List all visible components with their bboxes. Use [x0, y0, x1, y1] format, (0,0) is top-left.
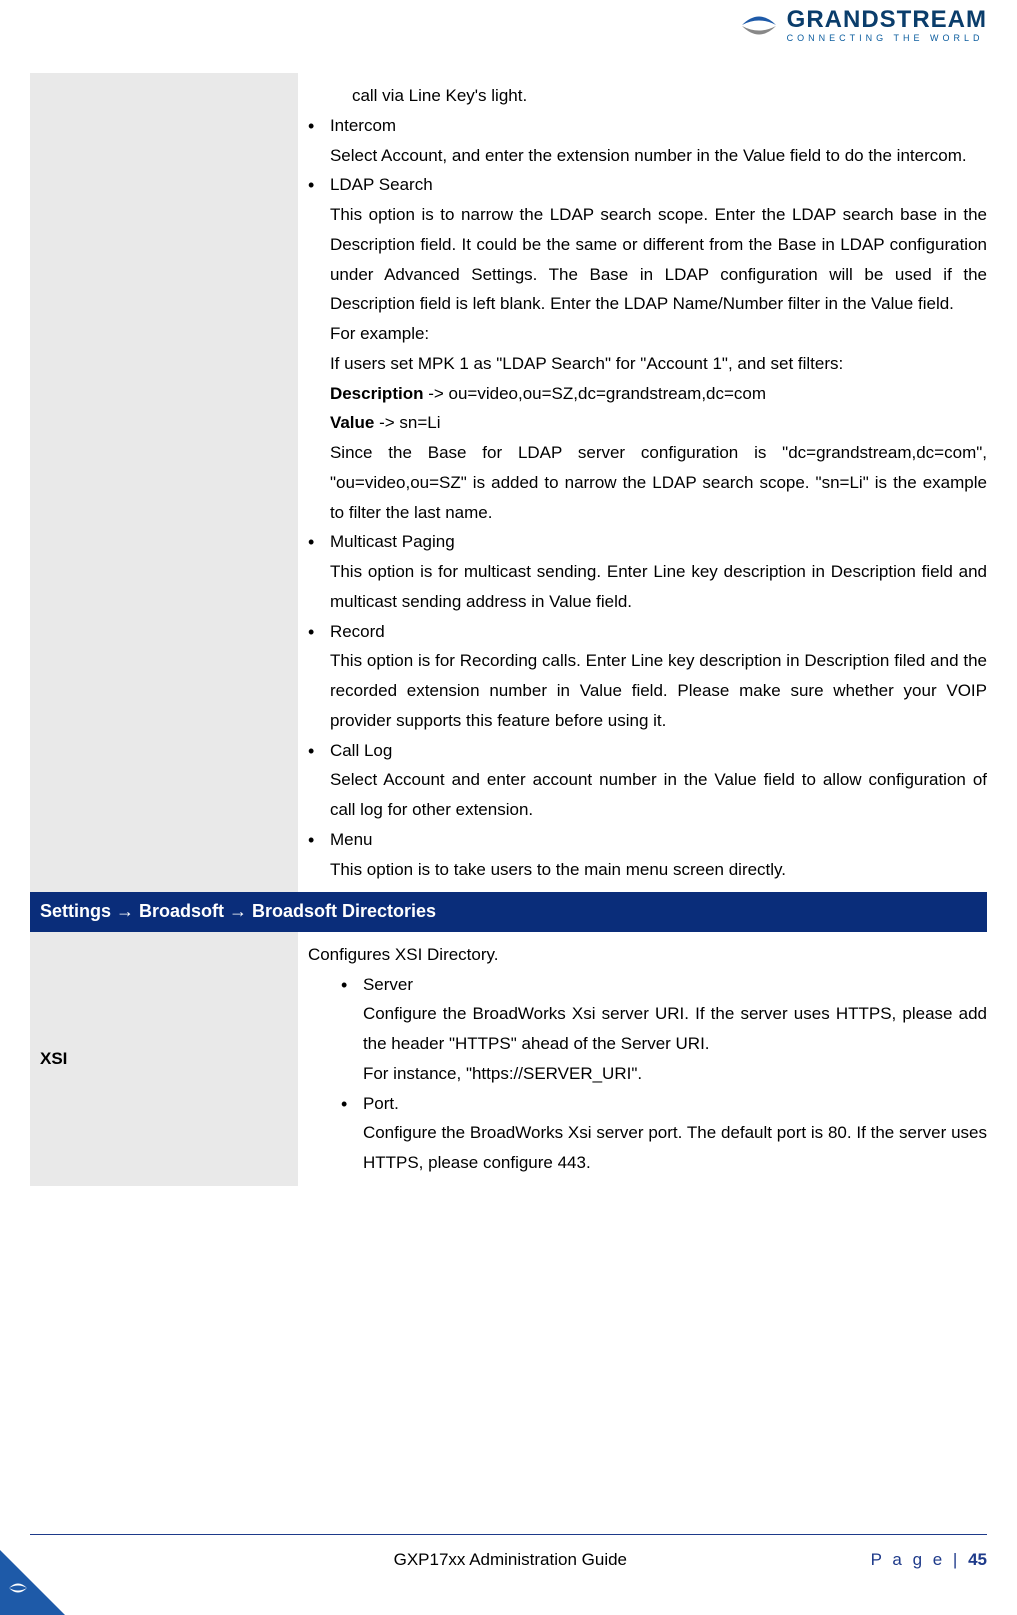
item-title: Multicast Paging [330, 527, 987, 557]
setting-value-cell: call via Line Key's light. Intercom Sele… [298, 73, 987, 892]
section-header-row: Settings → Broadsoft → Broadsoft Directo… [30, 892, 987, 932]
item-extra: Value -> sn=Li [330, 408, 987, 438]
table-row: call via Line Key's light. Intercom Sele… [30, 73, 987, 892]
setting-label-cell [30, 73, 298, 892]
item-desc: This option is for Recording calls. Ente… [330, 646, 987, 735]
footer-title: GXP17xx Administration Guide [150, 1545, 871, 1575]
item-extra: For example: [330, 319, 987, 349]
brand-name: GRANDSTREAM [787, 8, 987, 32]
option-list: Server Configure the BroadWorks Xsi serv… [308, 970, 987, 1178]
intro-text: Configures XSI Directory. [308, 940, 987, 970]
list-item: Call Log Select Account and enter accoun… [330, 736, 987, 825]
list-item: LDAP Search This option is to narrow the… [330, 170, 987, 527]
item-desc: This option is to take users to the main… [330, 855, 987, 885]
list-item: Multicast Paging This option is for mult… [330, 527, 987, 616]
settings-table: call via Line Key's light. Intercom Sele… [30, 73, 987, 1186]
item-desc: Select Account and enter account number … [330, 765, 987, 825]
page-footer: GXP17xx Administration Guide P a g e | 4… [30, 1534, 987, 1575]
brand-tagline: CONNECTING THE WORLD [787, 34, 987, 43]
item-desc: This option is to narrow the LDAP search… [330, 200, 987, 319]
item-desc: Configure the BroadWorks Xsi server port… [363, 1118, 987, 1178]
item-extra: If users set MPK 1 as "LDAP Search" for … [330, 349, 987, 379]
option-list: Intercom Select Account, and enter the e… [308, 111, 987, 885]
logo-icon [739, 8, 779, 43]
list-item: Record This option is for Recording call… [330, 617, 987, 736]
item-extra: Description -> ou=video,ou=SZ,dc=grandst… [330, 379, 987, 409]
item-desc: Select Account, and enter the extension … [330, 141, 987, 171]
item-title: Server [363, 970, 987, 1000]
item-desc: Configure the BroadWorks Xsi server URI.… [363, 999, 987, 1059]
setting-label-cell: XSI [30, 932, 298, 1186]
item-extra: For instance, "https://SERVER_URI". [363, 1059, 987, 1089]
list-item: Menu This option is to take users to the… [330, 825, 987, 885]
list-item: Port. Configure the BroadWorks Xsi serve… [363, 1089, 987, 1178]
page-header: GRANDSTREAM CONNECTING THE WORLD [30, 0, 987, 73]
list-item: Intercom Select Account, and enter the e… [330, 111, 987, 171]
page-number: P a g e | 45 [871, 1545, 987, 1575]
item-title: Intercom [330, 111, 987, 141]
item-title: Record [330, 617, 987, 647]
continuation-text: call via Line Key's light. [308, 81, 987, 111]
item-extra: Since the Base for LDAP server configura… [330, 438, 987, 527]
list-item: Server Configure the BroadWorks Xsi serv… [363, 970, 987, 1089]
table-row: XSI Configures XSI Directory. Server Con… [30, 932, 987, 1186]
corner-logo-icon [8, 1574, 28, 1609]
setting-value-cell: Configures XSI Directory. Server Configu… [298, 932, 987, 1186]
item-title: LDAP Search [330, 170, 987, 200]
item-title: Port. [363, 1089, 987, 1119]
logo-text: GRANDSTREAM CONNECTING THE WORLD [787, 8, 987, 43]
item-desc: This option is for multicast sending. En… [330, 557, 987, 617]
item-title: Call Log [330, 736, 987, 766]
section-header: Settings → Broadsoft → Broadsoft Directo… [30, 892, 987, 932]
item-title: Menu [330, 825, 987, 855]
